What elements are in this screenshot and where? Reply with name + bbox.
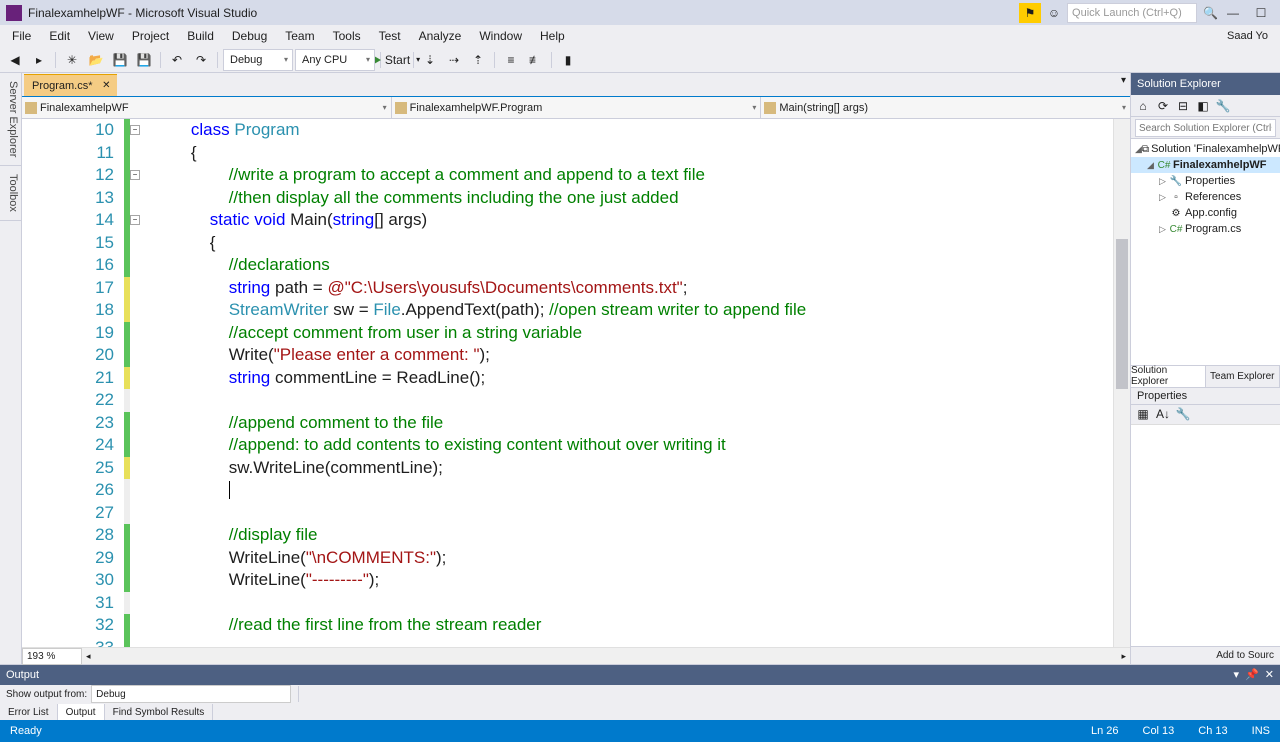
output-from-label: Show output from: — [6, 689, 87, 700]
tab-close-icon[interactable]: ✕ — [102, 80, 110, 91]
out-tab-findsymbol[interactable]: Find Symbol Results — [105, 704, 214, 720]
uncomment-button[interactable]: ≢ — [524, 49, 546, 71]
window-title: FinalexamhelpWF - Microsoft Visual Studi… — [28, 6, 257, 20]
class-navbar-dropdown[interactable]: FinalexamhelpWF.Program — [392, 97, 762, 118]
nav-fwd-button[interactable]: ▸ — [28, 49, 50, 71]
vs-logo-icon — [6, 5, 22, 21]
properties-header: Properties — [1131, 387, 1280, 405]
fold-button[interactable]: − — [130, 125, 140, 135]
output-header: Output — [6, 669, 39, 681]
user-label[interactable]: Saad Yo — [1227, 30, 1276, 42]
open-file-button[interactable]: 📂 — [85, 49, 107, 71]
new-project-button[interactable]: ✳ — [61, 49, 83, 71]
out-tab-output[interactable]: Output — [58, 704, 105, 720]
menu-debug[interactable]: Debug — [224, 27, 275, 45]
categorized-icon[interactable]: ▦ — [1135, 406, 1151, 422]
solution-platform-dropdown[interactable]: Any CPU — [295, 49, 375, 71]
add-to-source-button[interactable]: Add to Sourc — [1216, 650, 1274, 661]
menu-window[interactable]: Window — [471, 27, 530, 45]
code-editor[interactable]: class Program { //write a program to acc… — [144, 119, 1113, 647]
menu-help[interactable]: Help — [532, 27, 573, 45]
document-tab-program[interactable]: Program.cs* ✕ — [24, 74, 117, 96]
output-pin-icon[interactable]: ▾ — [1234, 668, 1240, 681]
out-tab-errorlist[interactable]: Error List — [0, 704, 58, 720]
bookmark-button[interactable]: ▮ — [557, 49, 579, 71]
status-col: Col 13 — [1143, 725, 1175, 737]
status-ready: Ready — [10, 725, 42, 737]
se-search-input[interactable] — [1135, 119, 1276, 137]
quick-launch-input[interactable]: Quick Launch (Ctrl+Q) — [1067, 3, 1197, 23]
menu-edit[interactable]: Edit — [41, 27, 78, 45]
output-autohide-icon[interactable]: 📌 — [1245, 668, 1259, 681]
member-navbar-dropdown[interactable]: Main(string[] args) — [761, 97, 1130, 118]
output-source-dropdown[interactable]: Debug — [91, 685, 291, 703]
menu-build[interactable]: Build — [179, 27, 222, 45]
line-number-gutter: 1011121314151617181920212223242526272829… — [22, 119, 124, 647]
start-debug-button[interactable]: Start▾ — [386, 49, 408, 71]
menu-view[interactable]: View — [80, 27, 122, 45]
save-all-button[interactable]: 💾 — [133, 49, 155, 71]
properties-icon[interactable]: 🔧 — [1215, 98, 1231, 114]
se-tab-team[interactable]: Team Explorer — [1206, 366, 1280, 387]
collapse-icon[interactable]: ⊟ — [1175, 98, 1191, 114]
fold-button[interactable]: − — [130, 215, 140, 225]
prop-pages-icon[interactable]: 🔧 — [1175, 406, 1191, 422]
showall-icon[interactable]: ◧ — [1195, 98, 1211, 114]
maximize-button[interactable]: ☐ — [1248, 3, 1274, 23]
properties-grid[interactable] — [1131, 425, 1280, 647]
rail-tab-toolbox[interactable]: Toolbox — [0, 166, 21, 221]
solution-explorer-header: Solution Explorer — [1131, 73, 1280, 95]
alpha-icon[interactable]: A↓ — [1155, 406, 1171, 422]
step-into-button[interactable]: ⇣ — [419, 49, 441, 71]
refresh-icon[interactable]: ⟳ — [1155, 98, 1171, 114]
menu-team[interactable]: Team — [277, 27, 322, 45]
save-button[interactable]: 💾 — [109, 49, 131, 71]
outline-margin[interactable]: − − − — [130, 119, 144, 647]
undo-button[interactable]: ↶ — [166, 49, 188, 71]
solution-config-dropdown[interactable]: Debug — [223, 49, 293, 71]
notification-flag-icon[interactable]: ⚑ — [1019, 3, 1041, 23]
menu-analyze[interactable]: Analyze — [411, 27, 470, 45]
fold-button[interactable]: − — [130, 170, 140, 180]
step-over-button[interactable]: ⇢ — [443, 49, 465, 71]
comment-button[interactable]: ≡ — [500, 49, 522, 71]
nav-back-button[interactable]: ◀ — [4, 49, 26, 71]
zoom-dropdown[interactable]: 193 % — [22, 648, 82, 665]
home-icon[interactable]: ⌂ — [1135, 98, 1151, 114]
rail-tab-server-explorer[interactable]: Server Explorer — [0, 73, 21, 166]
menu-project[interactable]: Project — [124, 27, 177, 45]
menu-test[interactable]: Test — [371, 27, 409, 45]
status-ins: INS — [1252, 725, 1270, 737]
project-navbar-dropdown[interactable]: FinalexamhelpWF — [22, 97, 392, 118]
output-close-icon[interactable]: ✕ — [1265, 668, 1274, 681]
menu-tools[interactable]: Tools — [325, 27, 369, 45]
tab-overflow-button[interactable]: ▾ — [1121, 75, 1126, 86]
status-char: Ch 13 — [1198, 725, 1227, 737]
redo-button[interactable]: ↷ — [190, 49, 212, 71]
vertical-scrollbar[interactable] — [1113, 119, 1130, 647]
status-line: Ln 26 — [1091, 725, 1119, 737]
step-out-button[interactable]: ⇡ — [467, 49, 489, 71]
minimize-button[interactable]: — — [1220, 3, 1246, 23]
menu-file[interactable]: File — [4, 27, 39, 45]
solution-tree[interactable]: ◢⧉Solution 'FinalexamhelpWF' (1 proj ◢C#… — [1131, 139, 1280, 365]
se-tab-solution[interactable]: Solution Explorer — [1131, 366, 1206, 387]
feedback-icon[interactable]: ☺ — [1043, 3, 1065, 23]
